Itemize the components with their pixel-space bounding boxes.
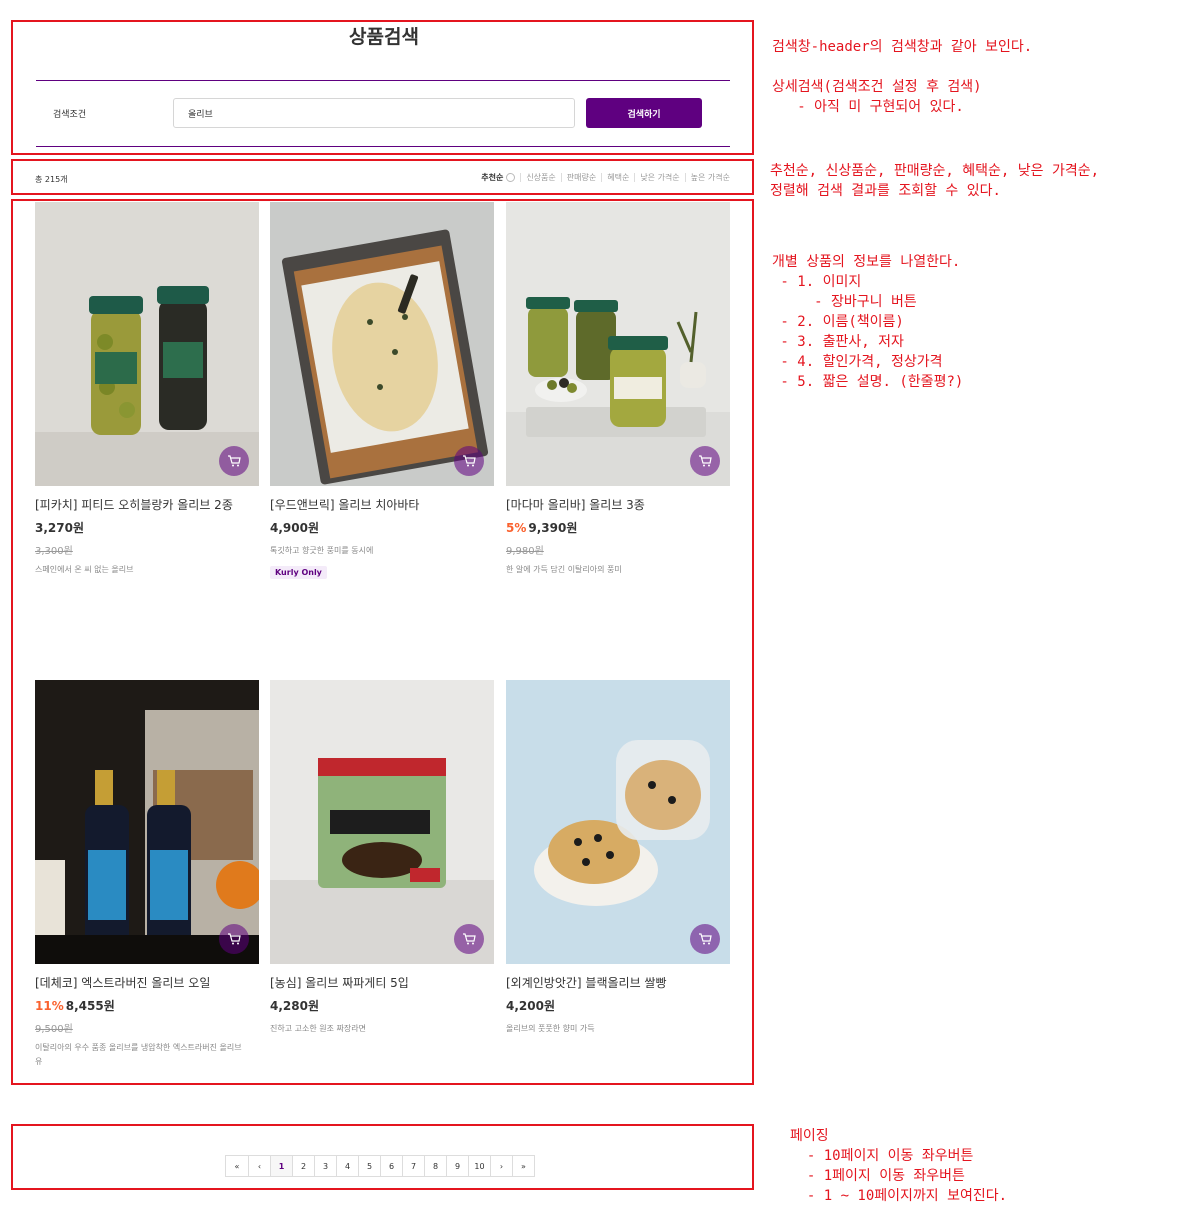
product-name[interactable]: [피카치] 피티드 오히블랑카 올리브 2종 bbox=[35, 496, 259, 513]
product-original-price: 3,300원 bbox=[35, 546, 73, 557]
product-card[interactable]: [피카치] 피티드 오히블랑카 올리브 2종 3,270원 3,300원 스페인… bbox=[35, 202, 259, 577]
page-2[interactable]: 2 bbox=[292, 1156, 314, 1176]
annotation-note-products: 개별 상품의 정보를 나열한다. - 1. 이미지 - 장바구니 버튼 - 2.… bbox=[772, 254, 964, 390]
product-price: 4,280원 bbox=[270, 999, 319, 1013]
product-original-price: 9,500원 bbox=[35, 1024, 73, 1035]
discount-rate: 11% bbox=[35, 999, 64, 1013]
ciabatta-illustration bbox=[281, 229, 489, 485]
page-title: 상품검색 bbox=[349, 26, 419, 48]
cart-icon bbox=[699, 933, 712, 945]
cart-icon bbox=[463, 933, 476, 945]
cart-icon bbox=[228, 455, 241, 467]
page-9[interactable]: 9 bbox=[446, 1156, 468, 1176]
first-page-button[interactable]: « bbox=[226, 1156, 248, 1176]
info-icon[interactable] bbox=[506, 173, 516, 182]
product-name[interactable]: [우드앤브릭] 올리브 치아바타 bbox=[270, 496, 494, 513]
product-description: 스페인에서 온 씨 없는 올리브 bbox=[35, 565, 134, 574]
product-image[interactable] bbox=[506, 680, 730, 964]
product-card[interactable]: [마다마 올리바] 올리브 3종 5% 9,390원 9,980원 한 알에 가득… bbox=[506, 202, 730, 577]
product-name[interactable]: [마다마 올리바] 올리브 3종 bbox=[506, 496, 730, 513]
product-price: 11% 8,455원 bbox=[35, 999, 115, 1013]
olive-jars-illustration bbox=[506, 297, 730, 486]
page-7[interactable]: 7 bbox=[402, 1156, 424, 1176]
cart-icon bbox=[463, 455, 476, 467]
cart-button[interactable] bbox=[219, 446, 249, 476]
search-condition-label: 검색조건 bbox=[53, 110, 87, 120]
product-description: 한 알에 가득 담긴 이탈리아의 풍미 bbox=[506, 565, 622, 574]
discount-rate: 5% bbox=[506, 521, 527, 535]
ramen-pack-illustration bbox=[270, 758, 494, 964]
annotation-note-paging: 페이징 - 10페이지 이동 좌우버튼 - 1페이지 이동 좌우버튼 - 1 ~… bbox=[790, 1128, 1008, 1204]
product-description: 톡깃하고 향긋한 풍미를 동시에 bbox=[270, 546, 374, 555]
next-page-button[interactable]: › bbox=[490, 1156, 512, 1176]
page-8[interactable]: 8 bbox=[424, 1156, 446, 1176]
product-card[interactable]: [데체코] 엑스트라버진 올리브 오일 11% 8,455원 9,500원 이탈리… bbox=[35, 680, 259, 1069]
product-name[interactable]: [데체코] 엑스트라버진 올리브 오일 bbox=[35, 974, 259, 991]
search-input[interactable] bbox=[173, 98, 575, 128]
annotation-note-sort: 추천순, 신상품순, 판매량순, 혜택순, 낮은 가격순, 정렬해 검색 결과를… bbox=[770, 163, 1100, 199]
product-card[interactable]: [농심] 올리브 짜파게티 5입 4,280원 진하고 고소한 원조 짜장라면 bbox=[270, 680, 494, 1036]
annotation-note-search: 검색창-header의 검색창과 같아 보인다. 상세검색(검색조건 설정 후 … bbox=[772, 39, 1033, 115]
product-original-price: 9,980원 bbox=[506, 546, 544, 557]
sort-options: 추천순 신상품순 판매량순 혜택순 낮은 가격순 높은 가격순 bbox=[476, 172, 730, 183]
divider-bottom bbox=[36, 146, 730, 147]
product-image[interactable] bbox=[270, 202, 494, 486]
cart-button[interactable] bbox=[219, 924, 249, 954]
olive-bread-illustration bbox=[534, 740, 710, 906]
last-page-button[interactable]: » bbox=[512, 1156, 534, 1176]
product-name[interactable]: [외계인방앗간] 블랙올리브 쌀빵 bbox=[506, 974, 730, 991]
product-description: 이탈리아의 우수 품종 올리브를 냉압착한 엑스트라버진 올리브유 bbox=[35, 1043, 242, 1066]
product-image[interactable] bbox=[35, 202, 259, 486]
sort-high-price[interactable]: 높은 가격순 bbox=[686, 172, 730, 183]
product-price: 4,200원 bbox=[506, 999, 555, 1013]
sort-newest[interactable]: 신상품순 bbox=[521, 172, 560, 183]
olive-oil-bottles-illustration bbox=[35, 710, 259, 964]
search-button[interactable]: 검색하기 bbox=[586, 98, 702, 128]
page-1[interactable]: 1 bbox=[270, 1156, 292, 1176]
cart-button[interactable] bbox=[454, 924, 484, 954]
sort-best-selling[interactable]: 판매량순 bbox=[562, 172, 601, 183]
product-name[interactable]: [농심] 올리브 짜파게티 5입 bbox=[270, 974, 494, 991]
product-image[interactable] bbox=[506, 202, 730, 486]
cart-button[interactable] bbox=[690, 446, 720, 476]
page-5[interactable]: 5 bbox=[358, 1156, 380, 1176]
product-description: 진하고 고소한 원조 짜장라면 bbox=[270, 1024, 366, 1033]
product-card[interactable]: [외계인방앗간] 블랙올리브 쌀빵 4,200원 올리브의 풋풋한 향미 가득 bbox=[506, 680, 730, 1036]
prev-page-button[interactable]: ‹ bbox=[248, 1156, 270, 1176]
cart-button[interactable] bbox=[690, 924, 720, 954]
divider-top bbox=[36, 80, 730, 81]
page-4[interactable]: 4 bbox=[336, 1156, 358, 1176]
product-price: 3,270원 bbox=[35, 521, 84, 535]
cart-icon bbox=[228, 933, 241, 945]
kurly-only-badge: Kurly Only bbox=[270, 566, 327, 579]
pagination: « ‹ 1 2 3 4 5 6 7 8 9 10 › » bbox=[225, 1155, 535, 1177]
cart-button[interactable] bbox=[454, 446, 484, 476]
product-description: 올리브의 풋풋한 향미 가득 bbox=[506, 1024, 595, 1033]
product-image[interactable] bbox=[35, 680, 259, 964]
product-price: 4,900원 bbox=[270, 521, 319, 535]
sort-low-price[interactable]: 낮은 가격순 bbox=[635, 172, 684, 183]
total-count: 총 215개 bbox=[35, 175, 68, 184]
page-10[interactable]: 10 bbox=[468, 1156, 490, 1176]
sort-benefit[interactable]: 혜택순 bbox=[602, 172, 634, 183]
page-6[interactable]: 6 bbox=[380, 1156, 402, 1176]
page-3[interactable]: 3 bbox=[314, 1156, 336, 1176]
product-price: 5% 9,390원 bbox=[506, 521, 578, 535]
product-card[interactable]: [우드앤브릭] 올리브 치아바타 4,900원 톡깃하고 향긋한 풍미를 동시에… bbox=[270, 202, 494, 579]
product-image[interactable] bbox=[270, 680, 494, 964]
sort-recommend[interactable]: 추천순 bbox=[476, 172, 520, 183]
olive-jars-illustration bbox=[35, 286, 259, 486]
cart-icon bbox=[699, 455, 712, 467]
